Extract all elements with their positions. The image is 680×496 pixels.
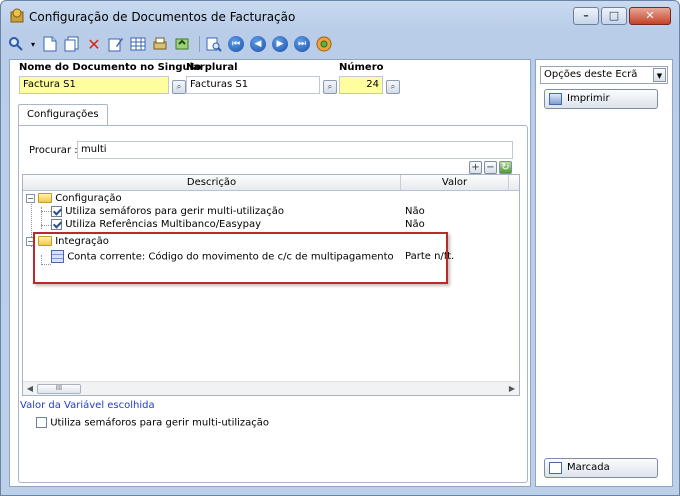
minimize-button[interactable]: – [573, 7, 599, 25]
singular-label: Nome do Documento no Singular [19, 62, 205, 73]
toolbar-separator [199, 36, 201, 52]
horizontal-scrollbar[interactable]: ◀ III ▶ [23, 381, 519, 395]
variable-checkbox-label: Utiliza semáforos para gerir multi-utili… [50, 417, 270, 429]
scroll-right-icon[interactable]: ▶ [507, 384, 517, 394]
singular-field[interactable]: Factura S1 [19, 76, 169, 94]
singular-lookup-icon[interactable]: ⌕ [172, 80, 186, 94]
number-lookup-icon[interactable]: ⌕ [386, 80, 400, 94]
help-icon[interactable] [315, 35, 333, 53]
app-icon [10, 8, 24, 23]
search-label: Procurar : [29, 145, 78, 156]
maximize-button[interactable]: □ [601, 7, 627, 25]
edit-icon[interactable] [107, 35, 125, 53]
number-label: Número [339, 62, 384, 73]
chevron-down-icon[interactable]: ▼ [653, 68, 666, 82]
checked-icon [51, 218, 62, 230]
variable-checkbox-row[interactable]: Utiliza semáforos para gerir multi-utili… [36, 417, 269, 429]
plural-lookup-icon[interactable]: ⌕ [323, 80, 337, 94]
item-value[interactable]: Não [405, 218, 425, 231]
folder-icon [38, 193, 52, 203]
group-label: Configuração [55, 193, 122, 204]
expand-all-icon[interactable]: + [469, 161, 482, 174]
item-label: Utiliza semáforos para gerir multi-utili… [65, 206, 285, 217]
title-bar: Configuração de Documentos de Facturação… [1, 1, 679, 31]
plural-field[interactable]: Facturas S1 [186, 76, 320, 94]
new-icon[interactable] [41, 35, 59, 53]
tree-group-configuracao[interactable]: − Configuração [26, 192, 122, 205]
highlight-box [33, 232, 448, 284]
column-header-valor[interactable]: Valor [401, 175, 509, 190]
close-icon: ✕ [645, 9, 655, 22]
print-preview-icon[interactable] [151, 35, 169, 53]
tree-item[interactable]: Utiliza semáforos para gerir multi-utili… [51, 205, 284, 218]
marked-label: Marcada [567, 462, 610, 473]
config-grid: Descrição Valor − Configuração Utiliza s… [22, 174, 520, 396]
plural-label: No plural [186, 62, 238, 73]
next-icon[interactable]: ▶ [271, 35, 289, 53]
search-icon[interactable] [7, 35, 25, 53]
maximize-icon: □ [608, 9, 620, 22]
checked-icon [51, 205, 62, 217]
marked-button[interactable]: Marcada [544, 458, 658, 478]
delete-icon[interactable]: ✕ [85, 35, 103, 54]
grid-icon[interactable] [129, 35, 147, 53]
tree-item[interactable]: Utiliza Referências Multibanco/Easypay [51, 218, 261, 231]
grid-header: Descrição Valor [23, 175, 519, 191]
refresh-list-icon[interactable]: ↻ [499, 161, 512, 174]
variable-link[interactable]: Valor da Variável escolhida [20, 400, 155, 411]
printer-icon [549, 93, 562, 105]
last-icon[interactable]: ⏭ [293, 35, 311, 53]
minimize-icon: – [583, 9, 589, 22]
refresh-icon[interactable] [173, 35, 191, 53]
window-title: Configuração de Documentos de Facturação [29, 10, 296, 24]
search-input[interactable]: multi [77, 141, 513, 159]
scroll-left-icon[interactable]: ◀ [25, 384, 35, 394]
app-window: Configuração de Documentos de Facturação… [0, 0, 680, 496]
print-button[interactable]: Imprimir [544, 89, 658, 109]
screen-options-select[interactable]: Opções deste Ecrã ▼ [540, 66, 668, 84]
close-button[interactable]: ✕ [629, 7, 671, 25]
tree-line [41, 211, 51, 212]
first-icon[interactable]: ⏮ [227, 35, 245, 53]
collapse-all-icon[interactable]: − [484, 161, 497, 174]
screen-options-label: Opções deste Ecrã [544, 69, 638, 80]
print-label: Imprimir [567, 93, 610, 104]
zoom-icon[interactable] [205, 35, 223, 53]
collapse-toggle-icon[interactable]: − [26, 193, 35, 203]
item-value[interactable]: Não [405, 205, 425, 218]
tree-line [41, 225, 51, 226]
marked-icon [549, 462, 562, 474]
toolbar: ▾ ✕ ⏮ ◀ ▶ ⏭ [7, 33, 337, 55]
variable-checkbox[interactable] [36, 417, 47, 428]
dropdown-arrow-icon[interactable]: ▾ [29, 35, 37, 53]
number-field[interactable]: 24 [339, 76, 383, 94]
column-header-descricao[interactable]: Descrição [23, 175, 401, 190]
scroll-thumb[interactable]: III [37, 384, 81, 394]
tab-configuracoes[interactable]: Configurações [18, 104, 108, 126]
side-panel: Opções deste Ecrã ▼ Imprimir Marcada [535, 59, 673, 487]
copy-icon[interactable] [63, 35, 81, 53]
previous-icon[interactable]: ◀ [249, 35, 267, 53]
item-label: Utiliza Referências Multibanco/Easypay [65, 219, 262, 230]
